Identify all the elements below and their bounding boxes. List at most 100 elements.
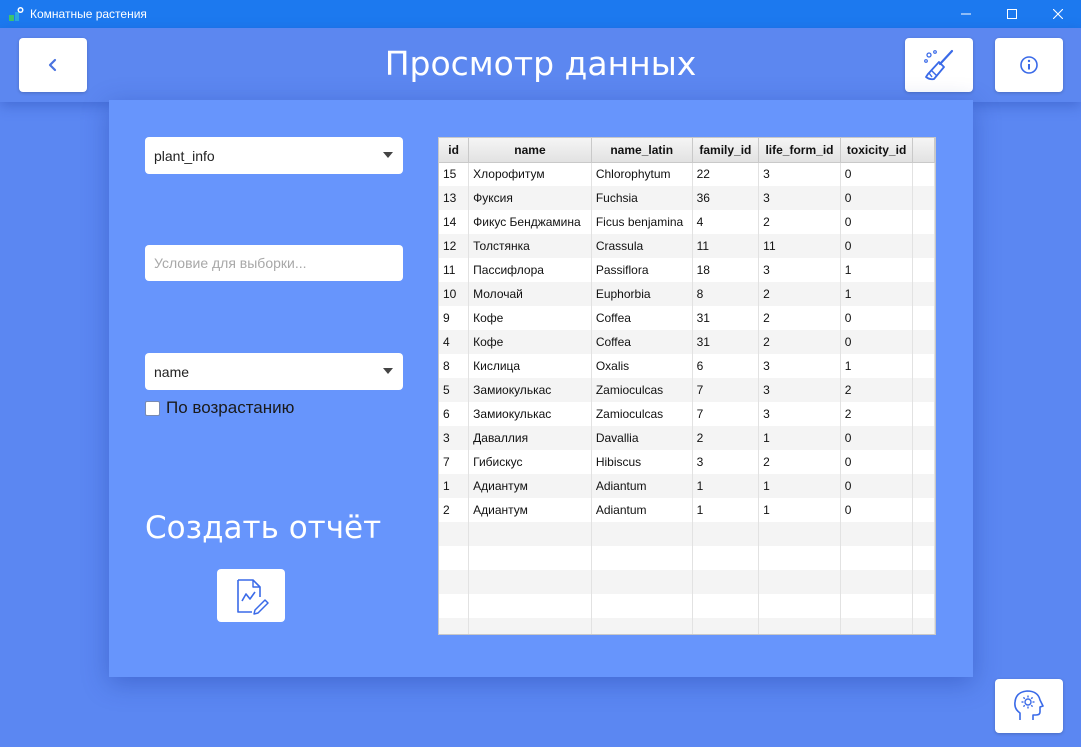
table-cell: 0 (840, 306, 914, 330)
table-row[interactable] (439, 522, 935, 546)
table-cell: 11 (692, 234, 760, 258)
table-row[interactable]: 11 Пассифлора Passiflora 18 3 1 (439, 258, 935, 282)
table-cell: Ficus benjamina (591, 210, 693, 234)
table-row[interactable]: 2 Адиантум Adiantum 1 1 0 (439, 498, 935, 522)
table-row[interactable]: 7 Гибискус Hibiscus 3 2 0 (439, 450, 935, 474)
maximize-icon (1007, 9, 1017, 19)
table-cell: 0 (840, 498, 914, 522)
table-cell (912, 426, 935, 450)
condition-input[interactable] (145, 245, 403, 281)
data-table[interactable]: id name name_latin family_id life_form_id tox… (438, 137, 936, 635)
table-cell (692, 618, 760, 634)
table-cell: 3 (758, 354, 841, 378)
table-cell (468, 546, 592, 570)
table-cell (439, 618, 470, 634)
table-cell (692, 546, 760, 570)
table-cell: 0 (840, 186, 914, 210)
table-cell (758, 522, 841, 546)
minimize-icon (961, 13, 971, 15)
table-row[interactable]: 13 Фуксия Fuchsia 36 3 0 (439, 186, 935, 210)
table-row[interactable]: 6 Замиокулькас Zamioculcas 7 3 2 (439, 402, 935, 426)
table-cell (591, 546, 693, 570)
table-cell (439, 594, 470, 618)
table-row[interactable]: 5 Замиокулькас Zamioculcas 7 3 2 (439, 378, 935, 402)
table-cell: Пассифлора (468, 258, 592, 282)
table-cell: Гибискус (468, 450, 592, 474)
table-select-value: plant_info (154, 147, 215, 164)
table-cell (912, 378, 935, 402)
table-row[interactable]: 1 Адиантум Adiantum 1 1 0 (439, 474, 935, 498)
column-header-toxicity-id[interactable]: toxicity_id (840, 138, 914, 163)
table-cell: 2 (758, 450, 841, 474)
table-row[interactable] (439, 594, 935, 618)
table-cell: 1 (758, 426, 841, 450)
table-cell: 0 (840, 162, 914, 186)
table-cell: 6 (692, 354, 760, 378)
window-title: Комнатные растения (30, 7, 147, 21)
table-cell (912, 258, 935, 282)
table-cell: 10 (439, 282, 470, 306)
table-row[interactable]: 10 Молочай Euphorbia 8 2 1 (439, 282, 935, 306)
column-header-name-latin[interactable]: name_latin (591, 138, 693, 163)
table-cell: Adiantum (591, 474, 693, 498)
table-cell: Davallia (591, 426, 693, 450)
column-header-life-form-id[interactable]: life_form_id (758, 138, 841, 163)
table-cell: 2 (840, 402, 914, 426)
table-row[interactable] (439, 618, 935, 634)
column-header-name[interactable]: name (468, 138, 592, 163)
table-row[interactable]: 12 Толстянка Crassula 11 11 0 (439, 234, 935, 258)
table-cell: Coffea (591, 306, 693, 330)
table-cell (912, 618, 935, 634)
table-row[interactable]: 14 Фикус Бенджамина Ficus benjamina 4 2 0 (439, 210, 935, 234)
table-cell (912, 186, 935, 210)
sort-column-value: name (154, 363, 190, 380)
table-cell (468, 522, 592, 546)
settings-button[interactable] (995, 679, 1063, 733)
table-cell: 1 (840, 258, 914, 282)
create-report-button[interactable] (217, 569, 285, 622)
table-row[interactable]: 3 Даваллия Davallia 2 1 0 (439, 426, 935, 450)
maximize-button[interactable] (989, 0, 1035, 28)
clear-button[interactable] (905, 38, 973, 92)
table-cell: 0 (840, 330, 914, 354)
table-cell: 6 (439, 402, 470, 426)
ascending-checkbox[interactable] (145, 400, 160, 416)
table-cell (912, 354, 935, 378)
column-header-filler (912, 138, 935, 163)
table-cell: 7 (692, 402, 760, 426)
table-cell (591, 570, 693, 594)
info-button[interactable] (995, 38, 1063, 92)
table-row[interactable]: 15 Хлорофитум Chlorophytum 22 3 0 (439, 162, 935, 186)
table-cell: Адиантум (468, 474, 592, 498)
table-cell: Crassula (591, 234, 693, 258)
table-cell: Даваллия (468, 426, 592, 450)
table-cell (439, 546, 470, 570)
table-cell: 15 (439, 162, 470, 186)
table-cell: 0 (840, 450, 914, 474)
table-cell: Chlorophytum (591, 162, 693, 186)
column-header-family-id[interactable]: family_id (692, 138, 760, 163)
table-row[interactable]: 4 Кофе Coffea 31 2 0 (439, 330, 935, 354)
table-cell (912, 234, 935, 258)
table-cell: 4 (439, 330, 470, 354)
table-cell: 13 (439, 186, 470, 210)
table-cell (912, 522, 935, 546)
table-cell (840, 522, 914, 546)
main-panel: plant_info name По возрастанию Создать о… (109, 100, 973, 677)
table-cell: 2 (692, 426, 760, 450)
table-row[interactable] (439, 546, 935, 570)
close-button[interactable] (1035, 0, 1081, 28)
table-cell: Хлорофитум (468, 162, 592, 186)
table-row[interactable]: 9 Кофе Coffea 31 2 0 (439, 306, 935, 330)
table-row[interactable]: 8 Кислица Oxalis 6 3 1 (439, 354, 935, 378)
table-cell: 11 (758, 234, 841, 258)
table-row[interactable] (439, 570, 935, 594)
ascending-option[interactable]: По возрастанию (145, 398, 294, 418)
table-cell: 8 (439, 354, 470, 378)
column-header-id[interactable]: id (439, 138, 470, 163)
minimize-button[interactable] (943, 0, 989, 28)
table-cell: 18 (692, 258, 760, 282)
table-select[interactable]: plant_info (145, 137, 403, 174)
table-cell (758, 594, 841, 618)
sort-column-select[interactable]: name (145, 353, 403, 390)
